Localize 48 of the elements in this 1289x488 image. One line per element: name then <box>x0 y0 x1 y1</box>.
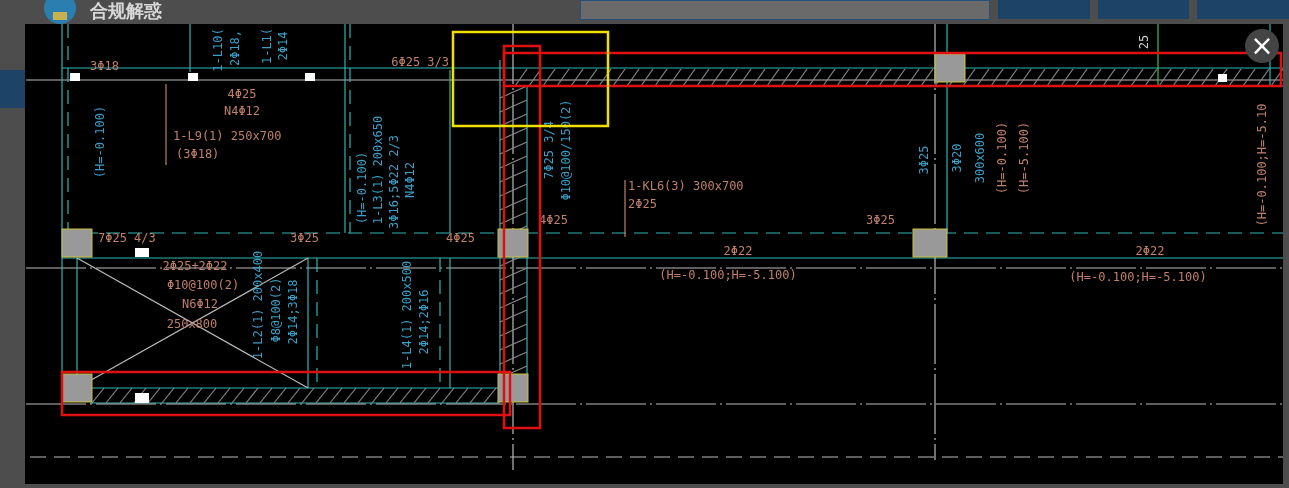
rebar-annotation: 2Φ25+2Φ22 <box>162 259 228 273</box>
rebar-annotation: 4Φ25 <box>446 231 475 245</box>
rebar-annotation: 2Φ14;3Φ18 <box>286 279 300 345</box>
rebar-annotation: 3Φ16;5Φ22 2/3 <box>387 135 401 229</box>
rebar-annotation: 3Φ25 <box>917 145 931 175</box>
rebar-annotation: (H=-0.100;H=-5.100) <box>659 268 797 282</box>
rebar-annotation: 25 <box>1137 34 1151 50</box>
nav-bar <box>0 70 25 108</box>
rebar-annotation: (3Φ18) <box>176 147 220 161</box>
rebar-annotation: Φ10@100/150(2) <box>559 99 573 201</box>
header-button[interactable] <box>1097 0 1190 19</box>
rebar-annotation: (H=-0.100;H=-5.100) <box>1069 270 1207 284</box>
rebar-annotation: 2Φ14 <box>276 31 290 61</box>
rebar-annotation: 300x600 <box>973 132 987 184</box>
rebar-annotation: 4Φ25 <box>539 213 568 227</box>
header-button[interactable] <box>997 0 1090 19</box>
rebar-annotation: (H=-0.100) <box>93 105 107 179</box>
rebar-annotation: 1-L2(1) 200x400 <box>251 250 265 360</box>
rebar-annotation: 3Φ25 <box>866 213 895 227</box>
rebar-annotation: Φ10@100(2) <box>166 278 240 292</box>
rebar-annotation: N4Φ12 <box>403 161 417 199</box>
rebar-annotation: 2Φ18, <box>228 29 242 67</box>
rebar-annotation: Φ8@100(2) <box>269 277 283 343</box>
search-field[interactable] <box>579 0 990 20</box>
rebar-annotation: 6Φ25 3/3 <box>391 55 449 69</box>
rebar-annotation: 1-L9(1) 250x700 <box>173 129 282 143</box>
rebar-annotation: (H=-5.100) <box>1017 121 1031 195</box>
rebar-annotation: 2Φ22 <box>723 244 753 258</box>
rebar-annotation: 2Φ22 <box>1135 244 1165 258</box>
rebar-annotation: N6Φ12 <box>181 297 219 311</box>
logo-text: 合规解惑 <box>90 0 162 22</box>
rebar-annotation: 2Φ25 <box>628 197 657 211</box>
rebar-annotation: 3Φ18 <box>90 59 119 73</box>
rebar-annotation: 2Φ14;2Φ16 <box>417 289 431 355</box>
rebar-annotation: 1-KL6(3) 300x700 <box>628 179 744 193</box>
rebar-annotation: 3Φ20 <box>950 143 964 173</box>
rebar-annotation: 1-L1( <box>260 27 274 65</box>
rebar-annotation: 1-L3(1) 200x650 <box>371 115 385 225</box>
rebar-annotation: (H=-0.100;H=-5.10 <box>1255 103 1269 227</box>
rebar-annotation: 1-L10( <box>211 28 225 72</box>
rebar-annotation: 3Φ25 <box>290 231 319 245</box>
rebar-annotation: 1-L4(1) 200x500 <box>400 260 414 370</box>
rebar-annotation: 7Φ25 4/3 <box>98 231 156 245</box>
rebar-annotation: N4Φ12 <box>223 104 261 118</box>
header-button[interactable] <box>1197 0 1289 19</box>
rebar-annotation: (H=-0.100) <box>355 151 369 225</box>
rebar-annotation: (H=-0.100) <box>995 121 1009 195</box>
rebar-annotation: 4Φ25 <box>227 87 257 101</box>
